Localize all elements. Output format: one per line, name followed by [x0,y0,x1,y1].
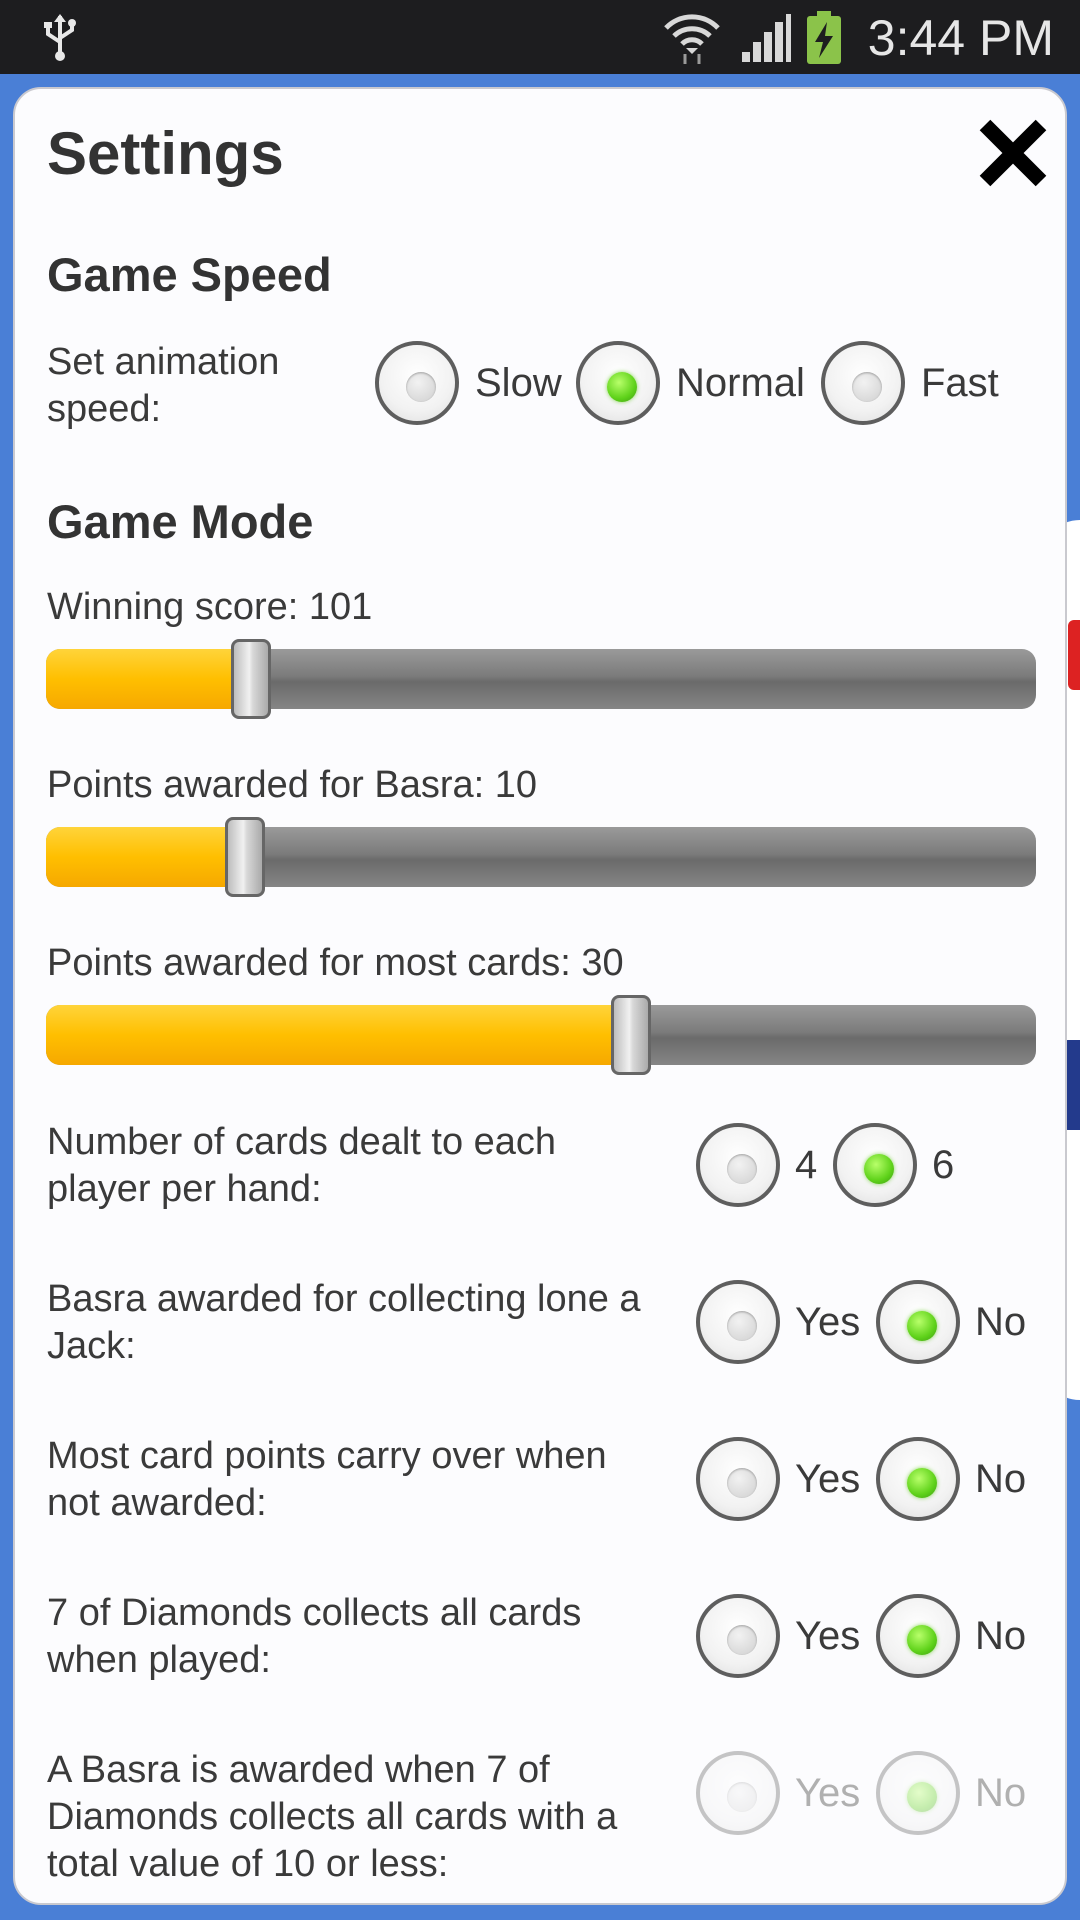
most-cards-points-slider[interactable] [46,995,1036,1075]
basra-points-slider[interactable] [46,817,1036,897]
slider-thumb[interactable] [225,817,265,897]
clock: 3:44 PM [867,10,1054,66]
radio-label-4: 4 [795,1143,818,1187]
carry-over-label: Most card points carry over when not awa… [47,1435,607,1524]
radio-speed-fast[interactable] [821,341,905,425]
radio-label-fast: Fast [921,361,999,405]
radio-carry-over-yes[interactable] [696,1437,780,1521]
close-button[interactable] [973,113,1053,193]
battery-charging-icon [807,11,841,64]
most-cards-points-label: Points awarded for most cards: 30 [47,942,624,984]
radio-label-no: No [975,1300,1027,1344]
radio-label-yes: Yes [795,1771,861,1815]
status-bar: 3:44 PM [0,0,1080,74]
lone-jack-label: Basra awarded for collecting lone a Jack… [47,1278,641,1367]
cards-dealt-label: Number of cards dealt to each player per… [47,1121,557,1210]
slider-thumb[interactable] [231,639,271,719]
radio-label-6: 6 [932,1143,955,1187]
radio-label-slow: Slow [475,361,562,405]
radio-cards-6[interactable] [833,1123,917,1207]
radio-label-no: No [975,1457,1027,1501]
radio-label-normal: Normal [676,361,805,405]
radio-seven-diamonds-yes[interactable] [696,1594,780,1678]
radio-seven-diamonds-no[interactable] [876,1594,960,1678]
dialog-title: Settings [47,120,284,187]
winning-score-slider[interactable] [46,639,1036,719]
radio-lone-jack-yes[interactable] [696,1280,780,1364]
radio-carry-over-no[interactable] [876,1437,960,1521]
radio-speed-slow[interactable] [375,341,459,425]
signal-icon [742,14,791,62]
settings-dialog: Settings Game Speed Set animation speed:… [13,87,1067,1905]
radio-lone-jack-no[interactable] [876,1280,960,1364]
radio-speed-normal[interactable] [576,341,660,425]
close-icon [979,119,1047,187]
seven-diamonds-label: 7 of Diamonds collects all cards when pl… [47,1592,582,1681]
radio-cards-4[interactable] [696,1123,780,1207]
radio-label-yes: Yes [795,1457,861,1501]
radio-label-no: No [975,1771,1027,1815]
winning-score-label: Winning score: 101 [47,586,373,628]
seven-diamonds-basra-label: A Basra is awarded when 7 of Diamonds co… [47,1749,618,1885]
radio-label-yes: Yes [795,1614,861,1658]
wifi-icon [664,14,720,64]
radio-seven-diamonds-basra-no [876,1751,960,1835]
radio-label-yes: Yes [795,1300,861,1344]
section-heading-game-speed: Game Speed [47,248,332,301]
radio-label-no: No [975,1614,1027,1658]
radio-seven-diamonds-basra-yes [696,1751,780,1835]
slider-thumb[interactable] [611,995,651,1075]
animation-speed-label: Set animation speed: [47,341,280,430]
section-heading-game-mode: Game Mode [47,495,314,548]
basra-points-label: Points awarded for Basra: 10 [47,764,538,806]
usb-icon [44,14,76,61]
